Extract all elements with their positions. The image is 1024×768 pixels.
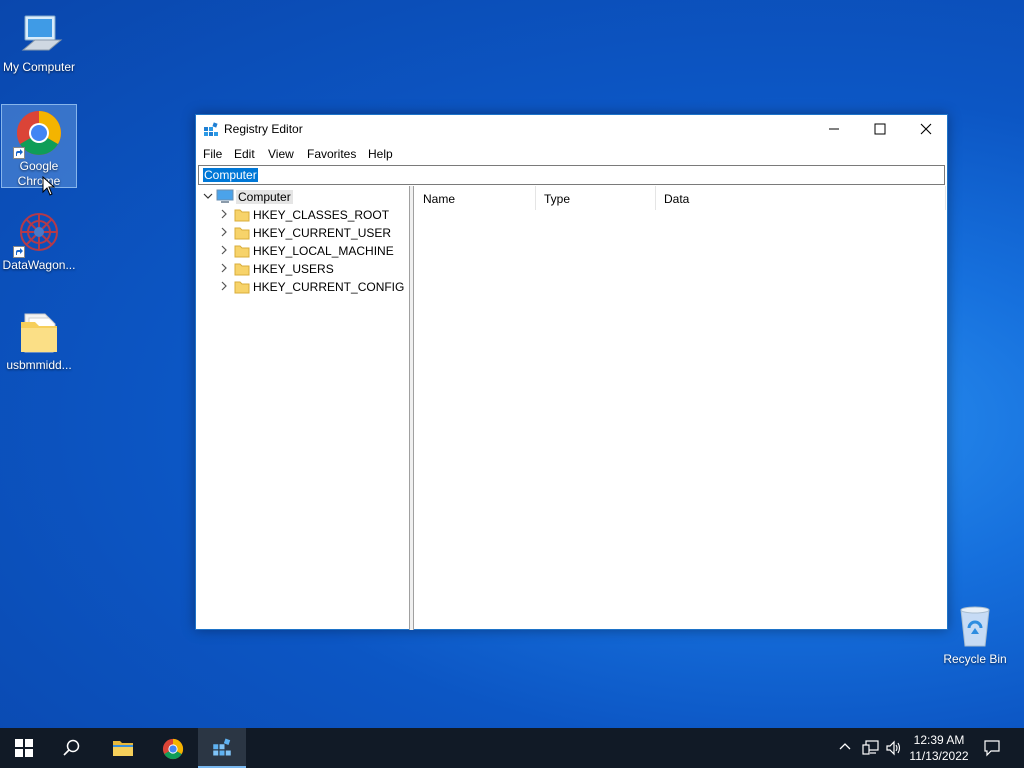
tree-label: HKEY_CURRENT_CONFIG (253, 280, 405, 294)
menu-edit[interactable]: Edit (234, 147, 255, 161)
desktop-icon-usbmmidd[interactable]: usbmmidd... (1, 304, 77, 374)
maximize-button[interactable] (857, 115, 903, 143)
desktop-icon-datawagon[interactable]: DataWagon... (1, 204, 77, 274)
search-icon (63, 739, 80, 756)
windows-start-icon (15, 739, 33, 757)
tree-label: HKEY_CURRENT_USER (253, 226, 392, 240)
menu-file[interactable]: File (203, 147, 222, 161)
chevron-down-icon[interactable] (203, 191, 213, 201)
tree-label: HKEY_LOCAL_MACHINE (253, 244, 394, 258)
window-title: Registry Editor (224, 122, 303, 136)
recycle-bin-icon (951, 602, 999, 650)
computer-icon (216, 189, 234, 203)
computer-icon (15, 10, 63, 58)
tree-label-computer: Computer (236, 190, 293, 204)
tree-node-hkey[interactable]: HKEY_CURRENT_USER (196, 224, 408, 242)
column-header-data[interactable]: Data (656, 186, 946, 210)
menu-view[interactable]: View (268, 147, 294, 161)
network-icon[interactable] (862, 740, 880, 756)
registry-editor-taskbar-button[interactable] (198, 728, 246, 768)
registry-editor-icon (203, 122, 219, 143)
datawagon-icon (13, 208, 63, 258)
folder-icon (234, 227, 250, 240)
shortcut-arrow-icon (13, 246, 25, 258)
address-bar[interactable]: Computer (198, 165, 945, 185)
folder-icon (234, 245, 250, 258)
tree-node-computer[interactable]: Computer (196, 188, 396, 206)
folder-icon (234, 209, 250, 222)
taskbar: 12:39 AM 11/13/2022 (0, 728, 1024, 768)
taskbar-clock[interactable]: 12:39 AM 11/13/2022 (904, 732, 974, 764)
values-list[interactable]: Name Type Data (415, 186, 947, 630)
tree-pane[interactable]: Computer HKEY_CLASSES_ROOT HKEY_CURRENT_… (196, 186, 410, 630)
desktop-icon-label: Recycle Bin (943, 652, 1007, 666)
desktop-icon-label: DataWagon... (2, 258, 76, 272)
shortcut-arrow-icon (13, 147, 25, 159)
tree-label: HKEY_USERS (253, 262, 334, 276)
folder-icon (234, 281, 250, 294)
desktop-icon-my-computer[interactable]: My Computer (1, 6, 77, 78)
desktop-icon-recycle-bin[interactable]: Recycle Bin (937, 598, 1013, 670)
title-bar[interactable]: Registry Editor (196, 115, 947, 143)
minimize-button[interactable] (811, 115, 857, 143)
registry-editor-window: Registry Editor File Edit View Favorites… (195, 114, 948, 630)
column-header-type[interactable]: Type (536, 186, 656, 210)
chevron-right-icon[interactable] (219, 209, 229, 219)
chevron-right-icon[interactable] (219, 281, 229, 291)
address-text: Computer (203, 168, 258, 182)
clock-time: 12:39 AM (913, 733, 965, 747)
file-explorer-button[interactable] (98, 728, 146, 768)
chevron-right-icon[interactable] (219, 263, 229, 273)
mouse-cursor-icon (42, 176, 56, 196)
chrome-taskbar-button[interactable] (148, 728, 196, 768)
desktop-icon-label: usbmmidd... (6, 358, 72, 372)
search-button[interactable] (48, 728, 96, 768)
column-header-name[interactable]: Name (415, 186, 536, 210)
tree-node-hkey[interactable]: HKEY_USERS (196, 260, 408, 278)
folder-icon (15, 308, 63, 356)
notification-icon[interactable] (983, 739, 1001, 757)
desktop-icon-label: My Computer (2, 60, 76, 74)
volume-icon[interactable] (885, 740, 903, 756)
chevron-right-icon[interactable] (219, 245, 229, 255)
pane-splitter[interactable] (410, 186, 414, 630)
menu-bar: File Edit View Favorites Help (196, 143, 947, 165)
tree-node-hkey[interactable]: HKEY_CLASSES_ROOT (196, 206, 408, 224)
tree-node-hkey[interactable]: HKEY_LOCAL_MACHINE (196, 242, 408, 260)
tree-node-hkey[interactable]: HKEY_CURRENT_CONFIG (196, 278, 408, 296)
chrome-icon (13, 109, 63, 159)
chevron-up-icon[interactable] (838, 740, 852, 754)
chevron-right-icon[interactable] (219, 227, 229, 237)
menu-help[interactable]: Help (368, 147, 393, 161)
menu-favorites[interactable]: Favorites (307, 147, 356, 161)
desktop-icon-google-chrome[interactable]: Google Chrome (1, 104, 77, 188)
folder-icon (234, 263, 250, 276)
chrome-icon (162, 738, 184, 760)
registry-editor-icon (213, 738, 231, 756)
close-button[interactable] (903, 115, 949, 143)
file-explorer-icon (113, 741, 133, 756)
clock-date: 11/13/2022 (909, 749, 969, 763)
tree-label: HKEY_CLASSES_ROOT (253, 208, 390, 222)
start-button[interactable] (0, 728, 48, 768)
